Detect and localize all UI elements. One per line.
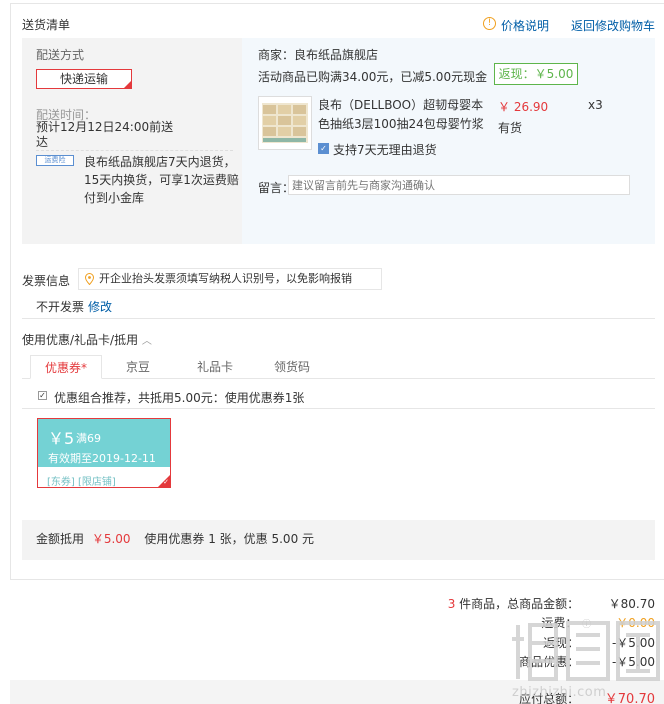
invoice-tip-text: 开企业抬头发票须填写纳税人识别号，以免影响报销 bbox=[99, 272, 352, 285]
divider bbox=[36, 150, 233, 151]
invoice-value: 不开发票 bbox=[36, 300, 85, 314]
frame-left-line bbox=[10, 3, 11, 579]
frame-top-line bbox=[10, 3, 664, 4]
back-to-cart-link[interactable]: 返回修改购物车 bbox=[571, 17, 655, 34]
coupon-section-title-text: 使用优惠/礼品卡/抵用 bbox=[22, 333, 139, 347]
insurance-badge-text: 运费险 bbox=[44, 156, 66, 164]
product-title-link[interactable]: 良布（DELLBOO）超韧母婴本色抽纸3层100抽24包母婴竹浆 bbox=[318, 96, 484, 134]
item-count-label: 件商品，总商品金额： bbox=[459, 597, 580, 611]
coupon-tabs: 优惠券* 京豆 礼品卡 领货码 bbox=[22, 355, 655, 379]
tab-gift-card[interactable]: 礼品卡 bbox=[184, 355, 246, 379]
coupon-expiry: 有效期至2019-12-11 bbox=[48, 452, 156, 465]
goods-amount: ￥80.70 bbox=[608, 597, 655, 611]
coupon-section-title[interactable]: 使用优惠/礼品卡/抵用 ︿ bbox=[22, 331, 152, 348]
tab-redeem-code[interactable]: 领货码 bbox=[262, 355, 322, 379]
totals-goods-row: 3 件商品，总商品金额： ￥80.70 bbox=[405, 595, 655, 612]
invoice-label: 发票信息 bbox=[22, 274, 71, 288]
selected-corner-icon bbox=[124, 81, 131, 88]
coupon-tags: [东券] [限店铺] bbox=[47, 477, 116, 488]
shop-name: 商家：良布纸品旗舰店 bbox=[258, 48, 379, 62]
item-count: 3 bbox=[447, 597, 456, 611]
delivery-list-title: 送货清单 bbox=[22, 18, 71, 32]
invoice-tip: 开企业抬头发票须填写纳税人识别号，以免影响报销 bbox=[78, 268, 382, 290]
remark-input[interactable] bbox=[288, 175, 630, 195]
chevron-up-icon: ︿ bbox=[141, 336, 152, 347]
tissue-pack-icon bbox=[262, 103, 308, 143]
return-policy-text: 支持7天无理由退货 bbox=[333, 143, 437, 157]
promo-text: 活动商品已购满34.00元，已减5.00元现金 bbox=[258, 70, 488, 84]
coupon-amount: ￥5 bbox=[48, 429, 75, 448]
location-pin-icon bbox=[84, 272, 95, 286]
summary-label: 金额抵用 bbox=[36, 532, 85, 546]
invoice-edit-link[interactable]: 修改 bbox=[88, 298, 112, 315]
tab-coupon[interactable]: 优惠券* bbox=[30, 355, 102, 379]
return-service-text: 良布纸品旗舰店7天内退货，15天内换货，可享1次运费赔付到小金库 bbox=[84, 155, 239, 205]
rebate-badge: 返现：￥5.00 bbox=[494, 63, 578, 85]
return-policy-icon: ✓ bbox=[318, 143, 329, 154]
shipping-insurance-badge: 运费险 bbox=[36, 155, 74, 166]
info-icon: ! bbox=[483, 17, 496, 30]
price-note-link[interactable]: 价格说明 bbox=[501, 17, 549, 34]
stock-status: 有货 bbox=[498, 121, 523, 135]
ship-method-label: 配送方式 bbox=[36, 48, 85, 62]
frame-bottom-line bbox=[10, 579, 664, 580]
recommend-checkbox[interactable]: ✓ bbox=[38, 391, 47, 400]
recommend-text: 优惠组合推荐，共抵用5.00元：使用优惠券1张 bbox=[54, 391, 305, 405]
check-icon: ✓ bbox=[163, 478, 169, 486]
ship-time-value: 预计12月12日24:00前送达 bbox=[36, 120, 174, 149]
product-price: ￥ 26.90 bbox=[498, 100, 549, 114]
coupon-summary: 金额抵用 ￥5.00 使用优惠券 1 张，优惠 5.00 元 bbox=[22, 520, 655, 560]
summary-amount: ￥5.00 bbox=[91, 532, 131, 546]
divider bbox=[22, 318, 655, 319]
ship-method-option-selected[interactable]: 快递运输 bbox=[36, 69, 132, 89]
tab-jingdou[interactable]: 京豆 bbox=[110, 355, 166, 379]
product-quantity: x3 bbox=[588, 98, 603, 112]
site-watermark: zhizhizhi.com bbox=[510, 615, 664, 704]
coupon-condition: 满69 bbox=[76, 432, 101, 445]
summary-detail: 使用优惠券 1 张，优惠 5.00 元 bbox=[144, 532, 315, 546]
watermark-site: zhizhizhi.com bbox=[512, 685, 607, 700]
ship-method-text: 快递运输 bbox=[59, 72, 108, 86]
product-image[interactable] bbox=[258, 96, 312, 150]
coupon-card-header: ￥5 满69 有效期至2019-12-11 bbox=[38, 419, 170, 467]
coupon-card[interactable]: ￥5 满69 有效期至2019-12-11 [东券] [限店铺] ✓ bbox=[37, 418, 171, 488]
